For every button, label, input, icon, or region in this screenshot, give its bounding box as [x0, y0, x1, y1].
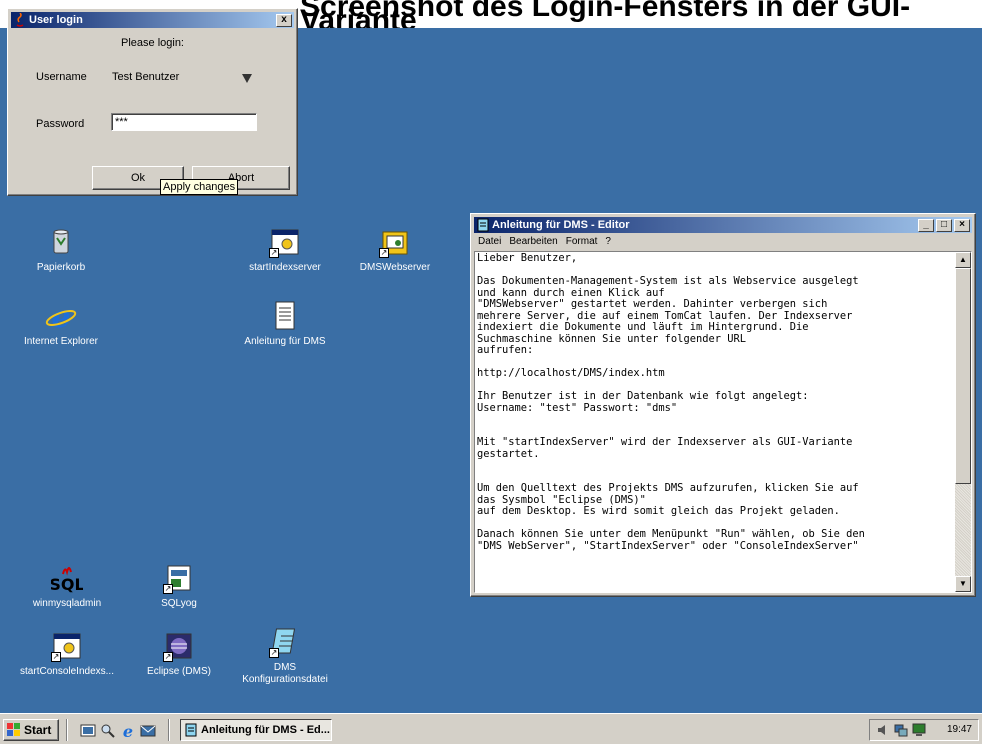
- desktop-icon-eclipse-dms[interactable]: ↗ Eclipse (DMS): [124, 630, 234, 678]
- tooltip: Apply changes: [160, 179, 239, 195]
- taskbar-button-notepad[interactable]: Anleitung für DMS - Ed...: [180, 719, 332, 741]
- scroll-down-button[interactable]: ▼: [955, 576, 971, 592]
- login-title: User login: [29, 14, 83, 26]
- show-desktop-icon[interactable]: [80, 723, 96, 739]
- desktop-icon-startconsoleindexserver[interactable]: ↗ startConsoleIndexs...: [12, 630, 122, 678]
- volume-icon[interactable]: [876, 723, 890, 740]
- notepad-text[interactable]: Lieber Benutzer, Das Dokumenten-Manageme…: [475, 252, 971, 553]
- desktop-icon-sqlyog[interactable]: ↗ SQLyog: [124, 562, 234, 610]
- desktop-icon-startindexserver[interactable]: ↗ startIndexserver: [230, 226, 340, 274]
- start-label: Start: [24, 723, 52, 737]
- menu-help[interactable]: ?: [601, 234, 615, 249]
- system-tray: 19:47: [869, 719, 979, 741]
- desktop-icon-dms-konfigurationsdatei[interactable]: ↗ DMS Konfigurationsdatei: [230, 626, 340, 686]
- taskbar-separator: [168, 719, 170, 741]
- notepad-title: Anleitung für DMS - Editor: [492, 219, 630, 231]
- close-button[interactable]: x: [276, 14, 292, 27]
- desktop: Screenshot des Login-Fensters in der GUI…: [0, 0, 982, 744]
- eclipse-icon: ↗: [163, 630, 195, 662]
- notepad-titlebar[interactable]: Anleitung für DMS - Editor _ □ ×: [474, 217, 972, 233]
- menu-format[interactable]: Format: [562, 234, 602, 249]
- batch-file-icon: ↗: [269, 226, 301, 258]
- taskbar-button-label: Anleitung für DMS - Ed...: [201, 724, 330, 736]
- taskbar-separator: [66, 719, 68, 741]
- scroll-thumb[interactable]: [955, 268, 971, 484]
- clock: 19:47: [946, 724, 972, 735]
- desktop-icon-winmysqladmin[interactable]: SQL winmysqladmin: [12, 562, 122, 610]
- notepad-window[interactable]: Anleitung für DMS - Editor _ □ × Datei Be…: [470, 213, 976, 597]
- computer-icon[interactable]: [912, 723, 926, 740]
- notepad-file-icon: ↗: [269, 626, 301, 658]
- svg-text:SQL: SQL: [51, 575, 83, 594]
- login-titlebar[interactable]: User login x: [11, 12, 294, 28]
- internet-explorer-icon: e: [45, 300, 77, 335]
- desktop-icon-papierkorb[interactable]: Papierkorb: [6, 226, 116, 274]
- username-select[interactable]: Test Benutzer: [112, 71, 179, 83]
- desktop-icon-dmswebserver[interactable]: ↗ DMSWebserver: [340, 226, 450, 274]
- desktop-icon-internet-explorer[interactable]: e Internet Explorer: [6, 300, 116, 348]
- menu-datei[interactable]: Datei: [474, 234, 505, 249]
- internet-explorer-icon[interactable]: e: [120, 722, 136, 741]
- scroll-up-button[interactable]: ▲: [955, 252, 971, 268]
- close-button[interactable]: ×: [954, 219, 970, 232]
- notepad-icon: [184, 723, 198, 737]
- maximize-button[interactable]: □: [936, 219, 952, 232]
- batch-file-icon: ↗: [51, 630, 83, 662]
- start-button[interactable]: Start: [3, 719, 59, 741]
- outlook-express-icon[interactable]: [140, 723, 156, 739]
- username-label: Username: [36, 71, 87, 83]
- login-window[interactable]: User login x Please login: Username Test…: [7, 8, 298, 196]
- login-prompt: Please login:: [121, 37, 184, 49]
- batch-file-icon: ↗: [379, 226, 411, 258]
- sqlyog-icon: ↗: [163, 562, 195, 594]
- vertical-scrollbar[interactable]: ▲ ▼: [955, 252, 971, 592]
- text-document-icon: [269, 300, 301, 332]
- sql-icon: SQL: [49, 562, 85, 594]
- java-icon: [13, 12, 27, 27]
- password-field[interactable]: ***: [111, 113, 257, 131]
- desktop-icon-anleitung-fur-dms[interactable]: Anleitung für DMS: [230, 300, 340, 348]
- notepad-icon: [476, 218, 490, 232]
- menu-bearbeiten[interactable]: Bearbeiten: [505, 234, 561, 249]
- notepad-editor[interactable]: Lieber Benutzer, Das Dokumenten-Manageme…: [474, 251, 972, 593]
- minimize-button[interactable]: _: [918, 219, 934, 232]
- chevron-down-icon[interactable]: [241, 71, 253, 83]
- search-icon[interactable]: [100, 723, 116, 739]
- taskbar: Start e Anleitung für DMS - Ed... 19:47: [0, 713, 982, 744]
- svg-text:e: e: [123, 723, 133, 739]
- windows-logo-icon: [7, 723, 21, 737]
- network-icon[interactable]: [894, 723, 908, 740]
- recycle-bin-icon: [45, 226, 77, 258]
- notepad-menubar: Datei Bearbeiten Format?: [474, 234, 972, 251]
- password-label: Password: [36, 118, 85, 130]
